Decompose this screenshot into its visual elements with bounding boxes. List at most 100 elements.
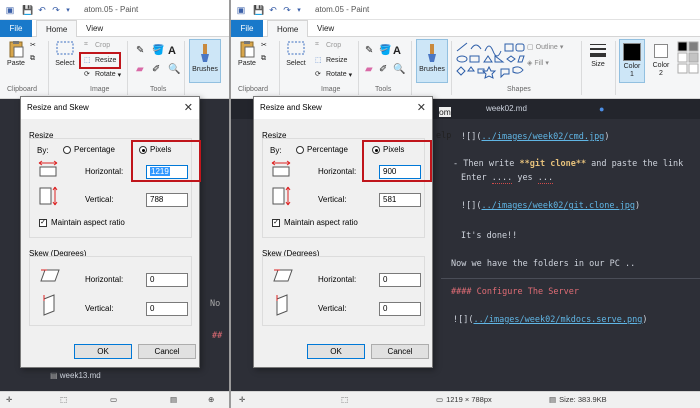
copy-button[interactable]: ⧉: [30, 55, 35, 63]
vertical-value: 788: [150, 195, 164, 204]
maintain-aspect-checkbox[interactable]: ✓: [39, 219, 47, 227]
paste-button[interactable]: Paste: [237, 40, 257, 67]
tab-view[interactable]: View: [77, 20, 112, 37]
skew-horizontal-input[interactable]: 0: [379, 273, 421, 287]
tab-file[interactable]: File: [0, 20, 32, 37]
cursor-position-icon: ✛: [6, 395, 13, 404]
save-icon[interactable]: 💾: [22, 4, 34, 16]
tab-home[interactable]: Home: [36, 20, 78, 37]
title-bar: ▣ 💾 ↶ ↷ ▾ atom.05 - Paint: [231, 0, 700, 20]
paste-button[interactable]: Paste: [6, 40, 26, 67]
magnifier-tool[interactable]: 🔍: [393, 64, 405, 75]
resize-button[interactable]: ⬚ Resize: [315, 56, 347, 65]
editor-tab-week02[interactable]: week02.md: [486, 99, 527, 119]
select-button[interactable]: Select: [283, 40, 309, 67]
file-tree-item[interactable]: ▤ week13.md: [50, 371, 101, 380]
copy-button[interactable]: ⧉: [261, 55, 266, 63]
ribbon-tabs: File Home View: [231, 20, 700, 37]
percentage-radio[interactable]: [296, 146, 304, 154]
color-palette[interactable]: [677, 41, 700, 83]
code-line-4: ![](../images/week02/git.clone.jpg): [461, 201, 641, 211]
vertical-input[interactable]: 788: [146, 193, 188, 207]
ribbon: Paste ✂ ⧉ Clipboard Select ⌗ Crop ⬚ Resize…: [231, 37, 700, 99]
percentage-radio[interactable]: [63, 146, 71, 154]
color-picker-tool[interactable]: ✐: [379, 64, 387, 75]
customize-toolbar-icon[interactable]: ▾: [293, 4, 305, 16]
maintain-aspect-label: Maintain aspect ratio: [51, 218, 125, 227]
crop-button[interactable]: ⌗ Crop: [315, 41, 341, 50]
redo-icon[interactable]: ↷: [281, 4, 293, 16]
skew-vertical-input[interactable]: 0: [146, 302, 188, 316]
cancel-button[interactable]: Cancel: [138, 344, 196, 359]
skew-vertical-input[interactable]: 0: [379, 302, 421, 316]
horizontal-input[interactable]: 900: [379, 165, 421, 179]
horizontal-value: 1219: [150, 167, 170, 176]
maintain-aspect-checkbox[interactable]: ✓: [272, 219, 280, 227]
text-tool[interactable]: A: [393, 45, 401, 57]
undo-icon[interactable]: ↶: [36, 4, 48, 16]
shapes-gallery[interactable]: [455, 41, 525, 83]
ok-button[interactable]: OK: [74, 344, 132, 359]
pencil-tool[interactable]: ✎: [365, 45, 373, 56]
rotate-button[interactable]: ⟳ Rotate ▾: [315, 70, 352, 79]
color1-button[interactable]: Color 1: [619, 39, 645, 83]
color-picker-icon: ✐: [379, 64, 388, 75]
color1-swatch: [623, 43, 641, 61]
size-label: Size: [591, 61, 605, 68]
tab-file[interactable]: File: [231, 20, 263, 37]
select-icon: [287, 41, 305, 55]
skew-horizontal-input[interactable]: 0: [146, 273, 188, 287]
color1-label: Color 1: [623, 63, 641, 78]
close-icon[interactable]: ✕: [184, 101, 193, 114]
outline-dropdown[interactable]: ▢ Outline ▾: [527, 43, 563, 52]
partial-menu-text: elp: [436, 131, 452, 141]
close-icon[interactable]: ✕: [417, 101, 426, 114]
cut-button[interactable]: ✂: [30, 41, 36, 49]
outline-label: Outline: [535, 43, 558, 51]
cancel-button[interactable]: Cancel: [371, 344, 429, 359]
fill-tool[interactable]: 🪣: [152, 45, 164, 56]
eraser-tool[interactable]: ▰: [136, 64, 144, 75]
color2-button[interactable]: Color 2: [649, 39, 673, 78]
eraser-tool[interactable]: ▰: [365, 64, 373, 75]
pencil-tool[interactable]: ✎: [136, 45, 144, 56]
code-line-3: Enter .... yes ...: [461, 173, 554, 184]
title-bar: ▣ 💾 ↶ ↷ ▾ atom.05 - Paint: [0, 0, 229, 20]
crop-icon: ⌗: [315, 41, 319, 48]
brushes-button[interactable]: Brushes: [416, 39, 448, 83]
group-separator: [48, 41, 49, 95]
size-button[interactable]: Size: [586, 41, 610, 68]
group-clipboard: Clipboard: [238, 86, 268, 93]
window-title: atom.05 - Paint: [84, 5, 139, 14]
undo-icon[interactable]: ↶: [267, 4, 279, 16]
selection-size-icon: ⬚: [341, 395, 349, 404]
selection-size-icon: ⬚: [60, 395, 68, 404]
brush-icon: [201, 44, 209, 62]
redo-icon[interactable]: ↷: [50, 4, 62, 16]
fill-tool[interactable]: 🪣: [379, 45, 391, 56]
tab-home[interactable]: Home: [267, 20, 309, 37]
select-icon: [56, 41, 74, 55]
select-button[interactable]: Select: [52, 40, 78, 67]
magnifier-tool[interactable]: 🔍: [168, 64, 180, 75]
color-picker-tool[interactable]: ✐: [152, 64, 160, 75]
ok-button[interactable]: OK: [307, 344, 365, 359]
text-tool[interactable]: A: [168, 45, 176, 57]
cut-button[interactable]: ✂: [261, 41, 267, 49]
right-paint-window: ▣ 💾 ↶ ↷ ▾ atom.05 - Paint File Home View…: [231, 0, 700, 408]
outline-icon: ▢: [527, 44, 534, 51]
dialog-title: Resize and Skew: [260, 103, 322, 112]
file-size: Size: 383.9KB: [559, 395, 607, 404]
crop-button[interactable]: ⌗ Crop: [84, 41, 110, 50]
vertical-input[interactable]: 581: [379, 193, 421, 207]
brushes-label: Brushes: [192, 66, 218, 73]
tab-view[interactable]: View: [308, 20, 343, 37]
horizontal-input[interactable]: 1219: [146, 165, 188, 179]
code-line-7: #### Configure The Server: [451, 287, 579, 297]
customize-toolbar-icon[interactable]: ▾: [62, 4, 74, 16]
vertical-label: Vertical:: [85, 195, 114, 204]
save-icon[interactable]: 💾: [253, 4, 265, 16]
fill-dropdown[interactable]: ◈ Fill ▾: [527, 59, 549, 68]
rotate-button[interactable]: ⟳ Rotate ▾: [84, 70, 121, 79]
brushes-button[interactable]: Brushes: [189, 39, 221, 83]
